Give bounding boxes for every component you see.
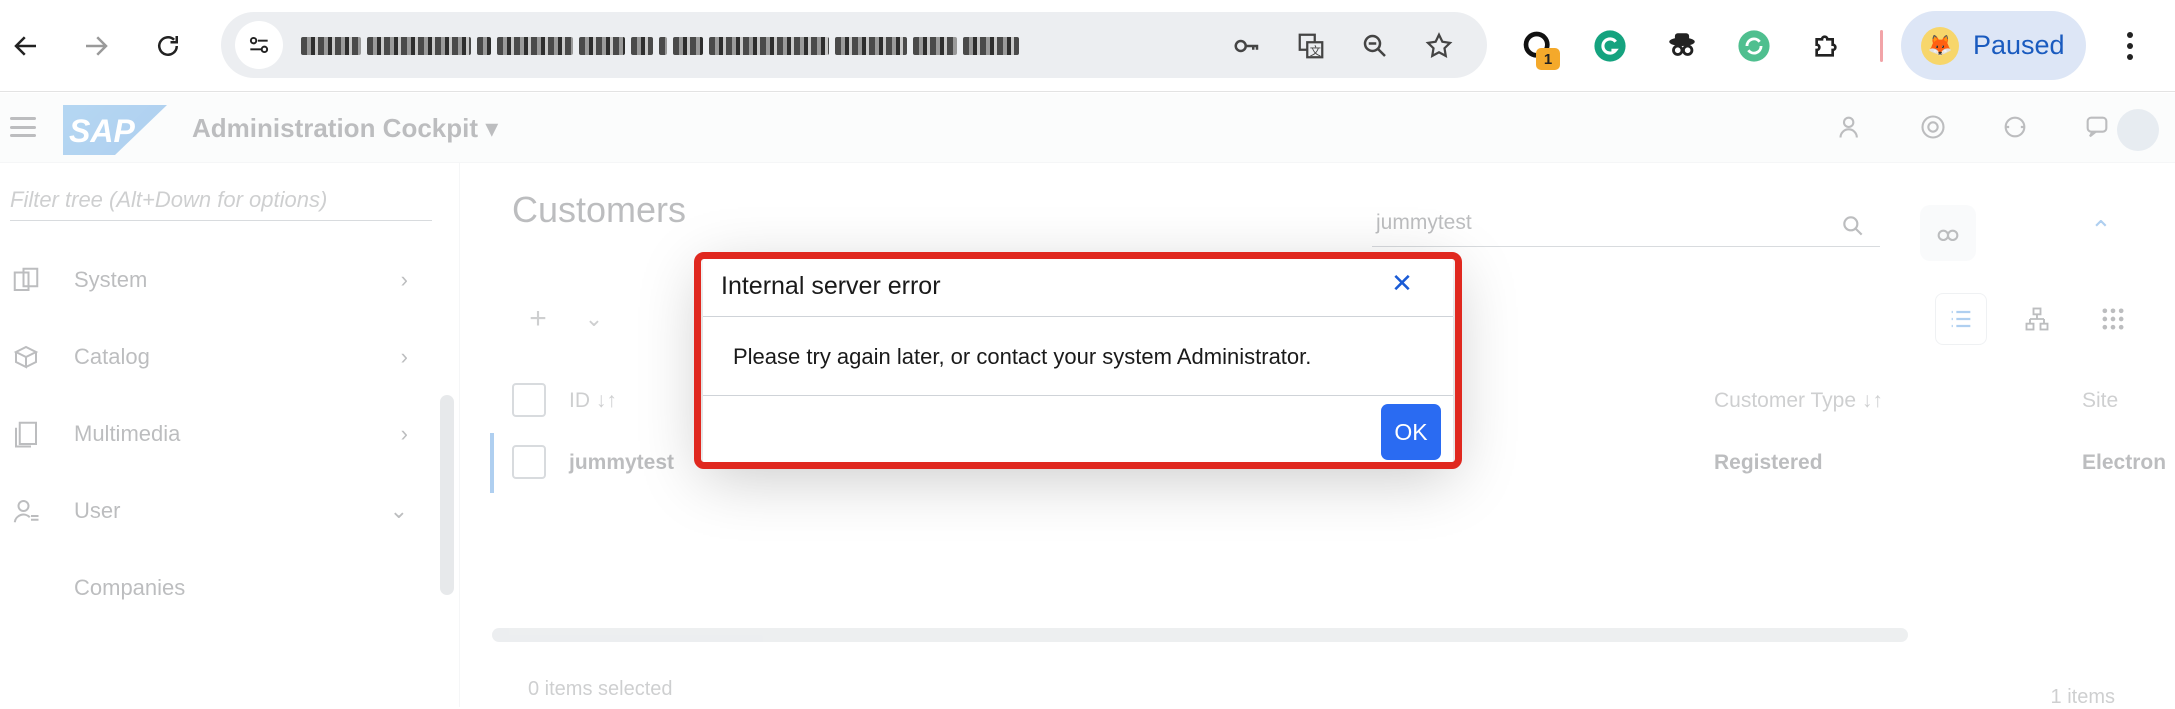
sidebar-scrollbar[interactable] (440, 395, 454, 595)
app-title[interactable]: Administration Cockpit ▾ (192, 113, 498, 144)
grammarly-extension[interactable] (1586, 22, 1634, 70)
column-header-id[interactable]: ID ↓↑ (569, 389, 617, 413)
chevron-right-icon: › (400, 344, 408, 369)
add-button[interactable]: + (512, 293, 564, 345)
profile-avatar: 🦊 (1921, 26, 1959, 65)
catalog-icon (8, 339, 44, 375)
profile-button[interactable]: 🦊 Paused (1901, 11, 2086, 80)
svg-text:文: 文 (1310, 44, 1321, 58)
page-title: Customers (512, 189, 687, 230)
add-dropdown-icon[interactable]: ⌄ (568, 293, 620, 345)
help-icon[interactable] (1915, 109, 1951, 145)
site-settings-icon[interactable] (235, 21, 283, 69)
profile-status-label: Paused (1973, 30, 2065, 60)
dialog-title: Internal server error (721, 272, 941, 300)
puzzle-icon (1815, 35, 1837, 57)
sap-logo: SAP (63, 105, 167, 155)
chevron-down-icon: ▾ (485, 113, 499, 143)
chevron-down-icon: ⌄ (389, 498, 408, 523)
chevron-right-icon: › (400, 267, 408, 292)
search-input[interactable]: jummytest (1372, 203, 1880, 247)
extension-badge: 1 (1536, 48, 1560, 70)
sidebar-item-label: User (74, 498, 121, 523)
bookmark-star-icon[interactable] (1421, 28, 1457, 64)
dialog-divider (703, 395, 1453, 396)
error-dialog: Internal server error ✕ Please try again… (703, 258, 1453, 462)
system-icon (8, 262, 44, 298)
sidebar-item-label: Multimedia (74, 421, 181, 446)
sync-icon (1738, 30, 1770, 62)
sidebar-item-companies[interactable]: Companies (0, 563, 430, 613)
user-avatar[interactable] (2117, 109, 2159, 151)
user-settings-icon[interactable] (1833, 109, 1869, 145)
extensions-menu-button[interactable] (1802, 22, 1850, 70)
arrow-right-icon (86, 36, 108, 56)
select-all-checkbox[interactable] (512, 383, 546, 417)
notifications-icon[interactable] (2079, 109, 2115, 145)
tree-filter-input[interactable]: Filter tree (Alt+Down for options) (10, 181, 432, 221)
sidebar-item-multimedia[interactable]: Multimedia › (0, 409, 430, 459)
grammarly-icon (1594, 30, 1626, 62)
horizontal-scrollbar[interactable] (492, 628, 1908, 642)
sidebar-item-label: Companies (74, 575, 186, 600)
url-text-redacted (301, 34, 1019, 58)
cell-id: jummytest (569, 451, 675, 474)
sidebar-item-user[interactable]: User ⌄ (0, 486, 430, 536)
extension-button[interactable]: 1 (1514, 22, 1562, 70)
user-icon (8, 493, 44, 529)
column-header-customer-type[interactable]: Customer Type ↓↑ (1714, 389, 1883, 413)
sync-extension[interactable] (1730, 22, 1778, 70)
sidebar-item-catalog[interactable]: Catalog › (0, 332, 430, 382)
advanced-search-icon[interactable] (1920, 205, 1976, 261)
hamburger-menu-icon[interactable] (10, 117, 36, 137)
row-checkbox[interactable] (512, 445, 546, 479)
sort-icon: ↓↑ (595, 389, 617, 412)
cell-site: Electron (2082, 451, 2167, 474)
sort-icon: ↓↑ (1861, 389, 1883, 412)
sidebar-item-label: Catalog (74, 344, 150, 369)
address-bar[interactable]: 文 (221, 12, 1487, 78)
grid-view-icon[interactable] (2087, 293, 2139, 345)
search-icon[interactable] (1840, 213, 1866, 244)
chevron-right-icon: › (400, 421, 408, 446)
zoom-icon[interactable] (1357, 28, 1393, 64)
toolbar-separator (1880, 30, 1883, 62)
reload-button[interactable] (144, 22, 192, 70)
arrow-left-icon (14, 36, 36, 56)
multimedia-icon (8, 416, 44, 452)
column-header-site[interactable]: Site (2082, 389, 2118, 413)
sidebar-item-system[interactable]: System › (0, 255, 430, 305)
tree-view-icon[interactable] (2011, 293, 2063, 345)
cell-customer-type: Registered (1714, 451, 1823, 474)
ok-button[interactable]: OK (1381, 404, 1441, 460)
close-icon[interactable]: ✕ (1387, 268, 1417, 298)
shell-bar: SAP Administration Cockpit ▾ (0, 93, 2175, 163)
browser-menu-icon[interactable] (2110, 22, 2150, 70)
dialog-divider (703, 316, 1453, 317)
support-icon[interactable] (1997, 109, 2033, 145)
translate-icon[interactable]: 文 (1293, 28, 1329, 64)
browser-toolbar: 文 1 🦊 Paused (0, 0, 2175, 92)
detective-icon (1669, 33, 1695, 56)
reload-icon (158, 36, 178, 56)
items-count: 1 items (2050, 686, 2115, 708)
forward-button[interactable] (72, 22, 120, 70)
selection-count: 0 items selected (528, 678, 673, 700)
navigation-tree: Filter tree (Alt+Down for options) Syste… (0, 163, 460, 707)
dialog-message: Please try again later, or contact your … (733, 344, 1312, 369)
spy-extension[interactable] (1658, 22, 1706, 70)
back-button[interactable] (2, 22, 50, 70)
collapse-header-icon[interactable]: ⌃ (2090, 215, 2112, 246)
list-view-icon[interactable] (1935, 293, 1987, 345)
sidebar-item-label: System (74, 267, 148, 292)
key-icon[interactable] (1229, 28, 1265, 64)
